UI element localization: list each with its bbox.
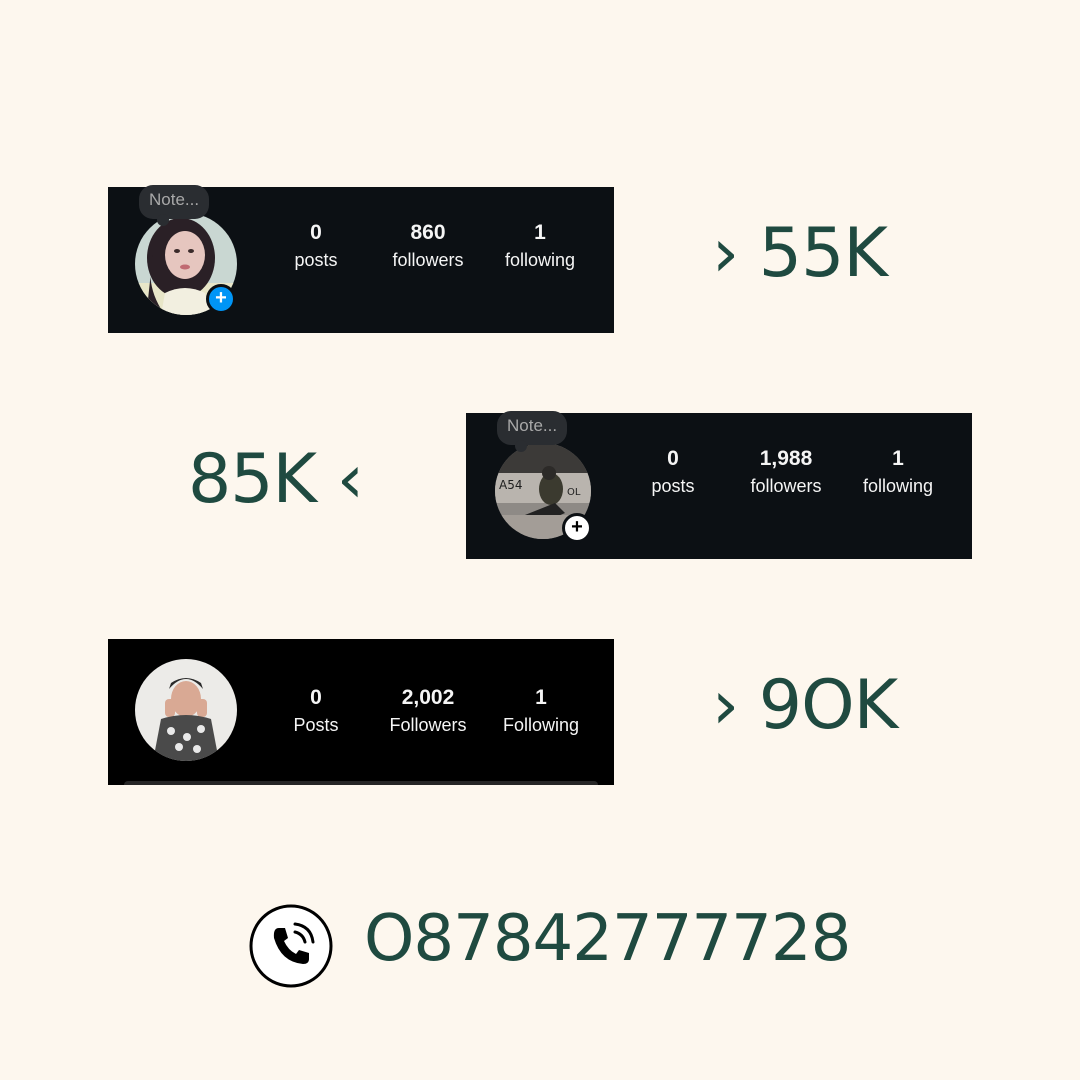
stat-label: posts: [651, 476, 695, 496]
stat-following[interactable]: 1 Following: [485, 685, 597, 739]
profile-card-1: Note... + 0 posts 860 followers 1 follow…: [108, 185, 614, 333]
phone-number[interactable]: O87842777728: [364, 902, 851, 976]
stat-label: posts: [294, 250, 338, 270]
price-label-1: › 55K: [712, 214, 888, 293]
svg-text:A54: A54: [499, 478, 522, 492]
stat-value: 2,002: [401, 686, 455, 709]
note-bubble[interactable]: Note...: [497, 411, 568, 452]
stat-followers[interactable]: 2,002 Followers: [372, 685, 484, 739]
stat-value: 0: [310, 221, 322, 244]
stat-followers[interactable]: 1,988 followers: [730, 446, 842, 500]
price-label-3: › 9OK: [712, 666, 898, 745]
stat-label: Following: [502, 715, 580, 735]
stat-following[interactable]: 1 following: [484, 220, 596, 274]
stat-value: 1,988: [759, 447, 813, 470]
price-label-2: 85K ‹: [188, 440, 364, 519]
stat-label: Posts: [293, 715, 339, 735]
stat-label: Followers: [389, 715, 467, 735]
stat-value: 0: [667, 447, 679, 470]
stat-posts[interactable]: 0 Posts: [260, 685, 372, 739]
stat-posts[interactable]: 0 posts: [260, 220, 372, 274]
profile-avatar[interactable]: [135, 659, 237, 761]
stat-label: followers: [392, 250, 464, 270]
note-bubble[interactable]: Note...: [139, 185, 210, 226]
stat-value: 0: [310, 686, 322, 709]
card-bottom-strip: [124, 781, 598, 785]
stat-label: followers: [750, 476, 822, 496]
add-story-icon[interactable]: +: [562, 513, 592, 543]
stat-value: 860: [410, 221, 446, 244]
stat-value: 1: [534, 221, 546, 244]
stat-posts[interactable]: 0 posts: [617, 446, 729, 500]
stat-following[interactable]: 1 following: [842, 446, 954, 500]
stat-label: following: [862, 476, 934, 496]
stat-value: 1: [535, 686, 547, 709]
phone-call-icon[interactable]: [249, 904, 333, 988]
profile-card-3: 0 Posts 2,002 Followers 1 Following: [108, 639, 614, 785]
stat-value: 1: [892, 447, 904, 470]
stat-label: following: [504, 250, 576, 270]
stat-followers[interactable]: 860 followers: [372, 220, 484, 274]
svg-text:OL: OL: [567, 487, 581, 498]
add-story-icon[interactable]: +: [206, 284, 236, 314]
profile-card-2: A54 OL Note... + 0 posts 1,988 followers…: [466, 411, 972, 559]
